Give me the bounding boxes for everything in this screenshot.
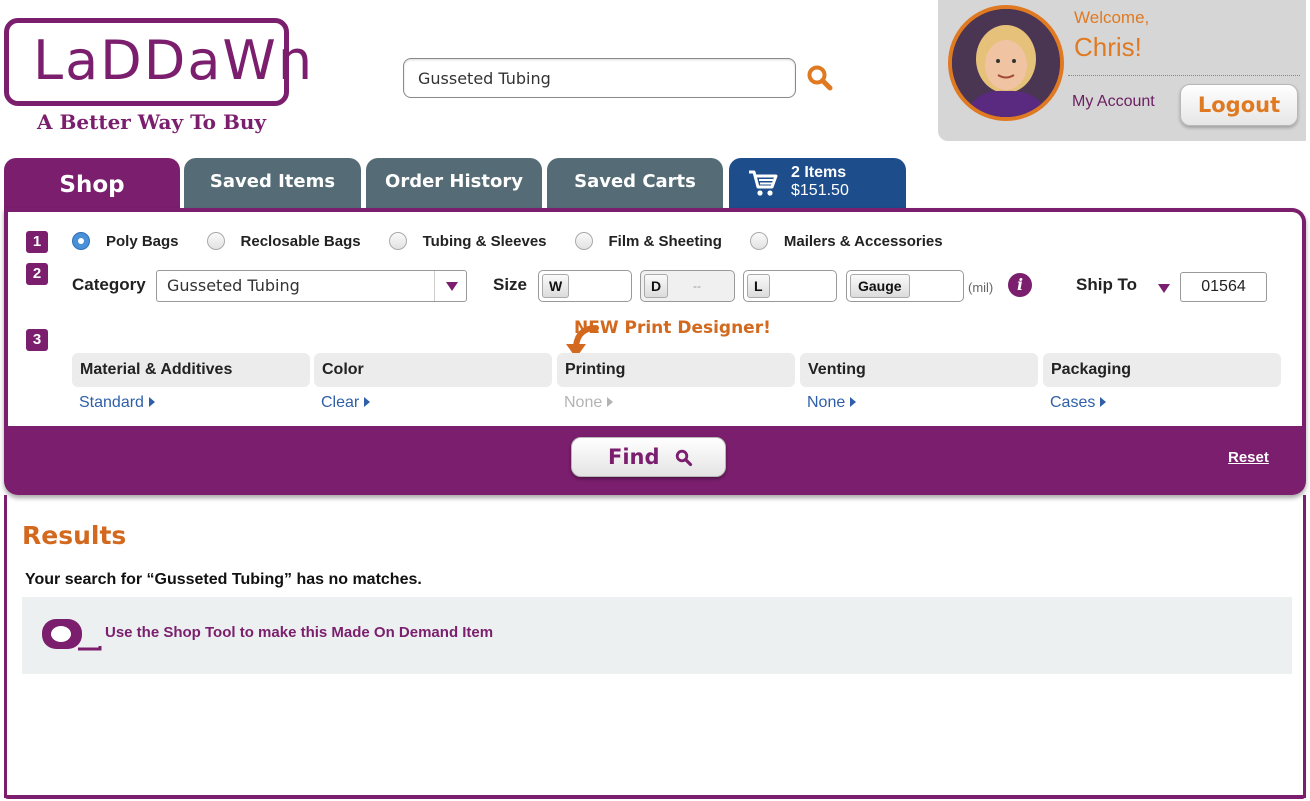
packaging-header: Packaging — [1043, 353, 1281, 387]
cart-total: $151.50 — [791, 182, 849, 199]
gauge-field[interactable]: Gauge — [846, 270, 964, 302]
radio-mailers-accessories[interactable]: Mailers & Accessories — [749, 232, 943, 250]
radio-poly-bags[interactable]: Poly Bags — [72, 232, 179, 250]
zip-input[interactable]: 01564 — [1180, 272, 1267, 302]
logo-text: LaDDaWn — [33, 29, 315, 92]
cart-item-count: 2 Items — [791, 164, 847, 181]
radio-tubing-sleeves[interactable]: Tubing & Sleeves — [388, 232, 547, 250]
width-field-label: W — [542, 274, 570, 298]
category-value: Gusseted Tubing — [167, 276, 300, 295]
depth-field: D -- — [640, 270, 735, 302]
length-field-label: L — [747, 274, 770, 298]
step-2-badge: 2 — [26, 263, 48, 285]
radio-label: Poly Bags — [106, 232, 179, 250]
radio-button[interactable] — [72, 232, 90, 250]
radio-reclosable-bags[interactable]: Reclosable Bags — [206, 232, 361, 250]
packaging-value: Cases — [1050, 394, 1096, 411]
color-value: Clear — [321, 394, 360, 411]
venting-header: Venting — [800, 353, 1038, 387]
reset-link[interactable]: Reset — [1228, 449, 1269, 466]
results-title: Results — [22, 521, 127, 550]
depth-placeholder: -- — [693, 279, 701, 293]
shop-panel: 1 Poly Bags Reclosable Bags Tubing & Sle… — [4, 208, 1306, 495]
printing-header: Printing — [557, 353, 795, 387]
packaging-option[interactable]: Cases — [1050, 394, 1107, 412]
no-matches-message: Your search for “Gusseted Tubing” has no… — [25, 571, 422, 588]
radio-button[interactable] — [206, 232, 225, 250]
tab-saved-carts[interactable]: Saved Carts — [547, 158, 723, 210]
chevron-down-icon[interactable] — [434, 271, 466, 301]
my-account-link[interactable]: My Account — [1072, 93, 1155, 111]
tagline: A Better Way To Buy — [37, 110, 267, 134]
radio-button[interactable] — [749, 232, 768, 250]
color-header: Color — [314, 353, 552, 387]
print-designer-link[interactable]: NEW Print Designer! — [574, 318, 771, 338]
account-panel: Welcome, Chris! My Account Logout — [938, 0, 1306, 141]
frame-border — [1303, 495, 1306, 798]
radio-film-sheeting[interactable]: Film & Sheeting — [574, 232, 722, 250]
chevron-down-icon[interactable] — [1158, 284, 1170, 293]
depth-field-label: D — [644, 274, 669, 298]
made-on-demand-box: Use the Shop Tool to make this Made On D… — [22, 597, 1292, 674]
welcome-text: Welcome, — [1074, 8, 1150, 27]
radio-label: Tubing & Sleeves — [422, 232, 547, 250]
venting-value: None — [807, 394, 846, 411]
radio-label: Film & Sheeting — [608, 232, 722, 250]
chevron-right-icon — [364, 397, 371, 407]
venting-option[interactable]: None — [807, 394, 857, 412]
radio-button[interactable] — [574, 232, 593, 250]
category-label: Category — [72, 275, 146, 294]
size-label: Size — [493, 275, 528, 294]
shop-form: 1 Poly Bags Reclosable Bags Tubing & Sle… — [8, 212, 1302, 426]
width-field[interactable]: W — [538, 270, 632, 302]
find-label: Find — [608, 445, 660, 469]
tape-measure-icon — [42, 619, 102, 651]
step-1-badge: 1 — [26, 231, 48, 253]
color-option[interactable]: Clear — [321, 394, 371, 412]
avatar — [948, 5, 1064, 121]
chevron-right-icon — [1100, 397, 1107, 407]
chevron-right-icon — [148, 397, 155, 407]
tab-saved-items[interactable]: Saved Items — [184, 158, 361, 210]
material-value: Standard — [79, 394, 144, 411]
find-button[interactable]: Find — [571, 437, 726, 477]
length-field[interactable]: L — [743, 270, 837, 302]
radio-label: Mailers & Accessories — [783, 232, 943, 250]
printing-option: None — [564, 394, 614, 412]
info-icon[interactable]: i — [1008, 273, 1032, 297]
chevron-right-icon — [607, 397, 614, 407]
material-header: Material & Additives — [72, 353, 310, 387]
ship-to-label: Ship To — [1076, 275, 1138, 294]
search-icon[interactable] — [806, 64, 834, 92]
chevron-right-icon — [850, 397, 857, 407]
search-input[interactable] — [403, 58, 796, 98]
tab-shop[interactable]: Shop — [4, 158, 180, 214]
gauge-unit: (mil) — [968, 280, 994, 295]
frame-border — [4, 495, 7, 798]
gauge-field-label: Gauge — [850, 274, 910, 298]
divider — [1068, 75, 1300, 76]
logo[interactable]: LaDDaWn — [4, 18, 312, 106]
step-3-badge: 3 — [26, 329, 48, 351]
cart-icon — [749, 170, 778, 196]
search-icon — [675, 449, 693, 467]
logout-button[interactable]: Logout — [1180, 84, 1298, 126]
printing-value: None — [564, 394, 603, 411]
made-on-demand-link[interactable]: Use the Shop Tool to make this Made On D… — [105, 624, 493, 641]
tab-cart[interactable]: 2 Items $151.50 — [729, 158, 906, 210]
tab-order-history[interactable]: Order History — [366, 158, 542, 210]
user-name: Chris! — [1074, 32, 1142, 62]
material-option[interactable]: Standard — [79, 394, 155, 412]
product-type-options: Poly Bags Reclosable Bags Tubing & Sleev… — [72, 230, 971, 252]
frame-border — [4, 795, 1306, 799]
category-select[interactable]: Gusseted Tubing — [156, 270, 467, 302]
radio-button[interactable] — [388, 232, 407, 250]
radio-label: Reclosable Bags — [240, 232, 361, 250]
